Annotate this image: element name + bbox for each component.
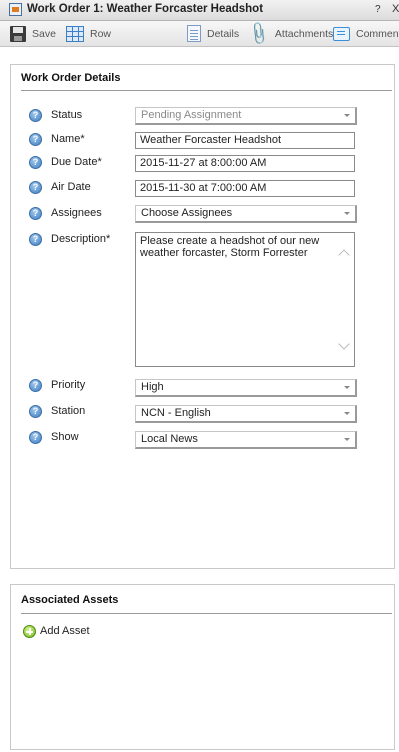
status-select[interactable]: Pending Assignment bbox=[135, 107, 357, 125]
show-select[interactable]: Local News bbox=[135, 431, 357, 449]
due-date-field[interactable]: 2015-11-27 at 8:00:00 AM bbox=[135, 155, 355, 172]
window-title: Work Order 1: Weather Forcaster Headshot bbox=[27, 3, 264, 15]
panel-title: Associated Assets bbox=[21, 594, 119, 606]
table-row-icon bbox=[66, 25, 84, 42]
document-icon bbox=[187, 25, 201, 42]
panel-divider bbox=[21, 613, 392, 614]
description-value: Please create a headshot of our new weat… bbox=[140, 235, 320, 259]
window-titlebar: Work Order 1: Weather Forcaster Headshot… bbox=[0, 0, 399, 21]
panel-title: Work Order Details bbox=[21, 72, 121, 84]
air-date-field[interactable]: 2015-11-30 at 7:00:00 AM bbox=[135, 180, 355, 197]
tab-attachments[interactable]: 📎 Attachments bbox=[246, 21, 334, 46]
help-icon[interactable]: ? bbox=[29, 181, 42, 194]
station-value: NCN - English bbox=[141, 407, 211, 419]
chevron-down-icon bbox=[344, 438, 350, 441]
save-button[interactable]: Save bbox=[10, 21, 56, 46]
chevron-down-icon bbox=[344, 212, 350, 215]
toolbar: Save Row Details 📎 Attachments Comments bbox=[0, 21, 399, 47]
tab-details-label: Details bbox=[207, 27, 240, 40]
help-icon[interactable]: ? bbox=[29, 207, 42, 220]
status-label: Status bbox=[51, 109, 83, 121]
add-asset-label: Add Asset bbox=[40, 625, 90, 637]
scroll-down-icon[interactable] bbox=[338, 338, 350, 350]
status-value: Pending Assignment bbox=[141, 109, 242, 121]
tab-comments[interactable]: Comments bbox=[333, 21, 399, 46]
due-date-label: Due Date* bbox=[51, 156, 102, 168]
chevron-down-icon bbox=[344, 412, 350, 415]
paperclip-icon: 📎 bbox=[245, 21, 272, 47]
description-textarea[interactable]: Please create a headshot of our new weat… bbox=[135, 232, 355, 367]
help-icon[interactable]: ? bbox=[29, 133, 42, 146]
help-button[interactable]: ? bbox=[375, 4, 381, 15]
close-button[interactable]: X bbox=[392, 3, 399, 15]
help-icon[interactable]: ? bbox=[29, 379, 42, 392]
show-label: Show bbox=[51, 431, 79, 443]
assignees-value: Choose Assignees bbox=[141, 207, 233, 219]
comment-icon bbox=[333, 26, 350, 41]
station-label: Station bbox=[51, 405, 86, 417]
save-label: Save bbox=[32, 27, 56, 40]
air-date-label: Air Date bbox=[51, 181, 91, 193]
help-icon[interactable]: ? bbox=[29, 156, 42, 169]
name-label: Name* bbox=[51, 133, 85, 145]
associated-assets-panel: Associated Assets Add Asset bbox=[10, 584, 395, 750]
work-order-details-panel: Work Order Details ? Status Pending Assi… bbox=[10, 64, 395, 569]
help-icon[interactable]: ? bbox=[29, 431, 42, 444]
tab-details[interactable]: Details bbox=[187, 21, 239, 46]
assignees-label: Assignees bbox=[51, 207, 102, 219]
priority-label: Priority bbox=[51, 379, 86, 391]
help-icon[interactable]: ? bbox=[29, 233, 42, 246]
help-icon[interactable]: ? bbox=[29, 405, 42, 418]
show-value: Local News bbox=[141, 433, 198, 445]
tab-comments-label: Comments bbox=[356, 27, 399, 40]
description-label: Description* bbox=[51, 233, 111, 245]
scroll-up-icon[interactable] bbox=[338, 249, 350, 261]
tab-attachments-label: Attachments bbox=[274, 27, 334, 40]
row-button[interactable]: Row bbox=[66, 21, 111, 46]
chevron-down-icon bbox=[344, 386, 350, 389]
add-asset-button[interactable]: Add Asset bbox=[23, 624, 103, 640]
panel-divider bbox=[21, 90, 392, 91]
priority-select[interactable]: High bbox=[135, 379, 357, 397]
station-select[interactable]: NCN - English bbox=[135, 405, 357, 423]
work-order-icon bbox=[9, 3, 22, 16]
help-icon[interactable]: ? bbox=[29, 109, 42, 122]
add-icon bbox=[23, 625, 36, 638]
row-label: Row bbox=[90, 27, 112, 40]
assignees-select[interactable]: Choose Assignees bbox=[135, 205, 357, 223]
priority-value: High bbox=[141, 381, 164, 393]
chevron-down-icon bbox=[344, 114, 350, 117]
name-field[interactable]: Weather Forcaster Headshot bbox=[135, 132, 355, 149]
save-icon bbox=[10, 25, 26, 42]
